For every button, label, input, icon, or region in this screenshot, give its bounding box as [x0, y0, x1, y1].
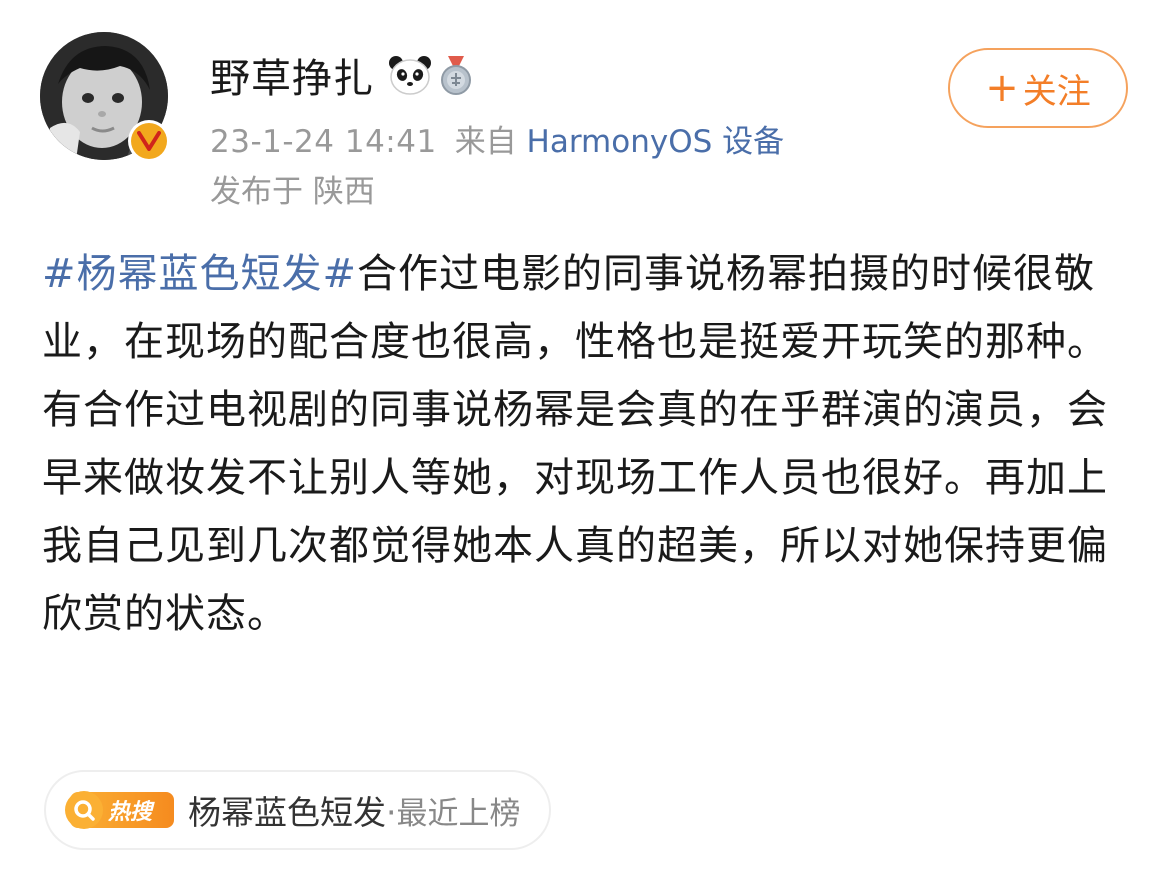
- panda-emoji-icon: [389, 56, 431, 95]
- plus-icon: +: [985, 65, 1019, 111]
- hot-separator: ·: [386, 793, 397, 832]
- source-prefix: 来自: [454, 124, 517, 160]
- hot-search-topic: 杨幂蓝色短发·最近上榜: [188, 786, 521, 834]
- username-row: 野草挣扎: [210, 48, 474, 102]
- follow-button-label: 关注: [1022, 71, 1091, 112]
- hot-search-icon: 热搜: [64, 788, 176, 832]
- hot-search-chip[interactable]: 热搜 杨幂蓝色短发·最近上榜: [44, 770, 551, 850]
- follow-button[interactable]: + 关注: [948, 48, 1128, 128]
- post-content: #杨幂蓝色短发#合作过电影的同事说杨幂拍摄的时候很敬业，在现场的配合度也很高，性…: [42, 240, 1132, 648]
- medal-icon: [441, 56, 471, 95]
- vip-badge: [128, 120, 170, 162]
- hot-logo-label: 热搜: [107, 800, 155, 825]
- vip-v-icon: [131, 123, 167, 159]
- hot-topic-label: 杨幂蓝色短发: [188, 793, 386, 832]
- hot-status: 最近上榜: [396, 796, 521, 832]
- username[interactable]: 野草挣扎: [210, 46, 374, 104]
- post-text: 合作过电影的同事说杨幂拍摄的时候很敬业，在现场的配合度也很高，性格也是挺爱开玩笑…: [42, 251, 1108, 637]
- post-location: 发布于 陕西: [210, 174, 375, 210]
- post-source-link[interactable]: HarmonyOS 设备: [527, 124, 785, 160]
- post-timestamp: 23-1-24 14:41: [210, 124, 437, 160]
- post-meta: 23-1-24 14:41 来自 HarmonyOS 设备: [210, 116, 784, 161]
- post-hashtag-link[interactable]: #杨幂蓝色短发#: [42, 251, 357, 297]
